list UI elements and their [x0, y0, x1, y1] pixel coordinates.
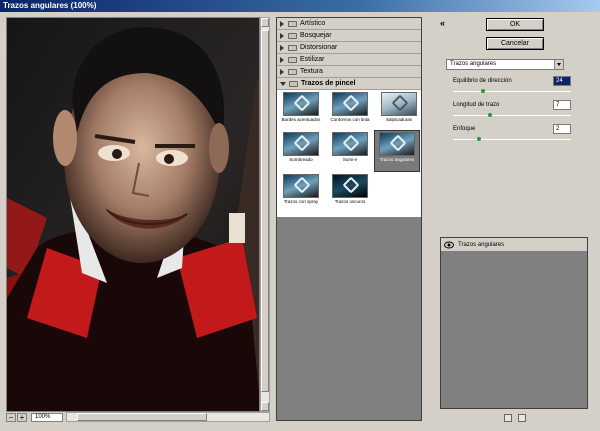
chevron-down-icon[interactable] — [554, 60, 563, 69]
effect-layers-panel: Trazos angulares — [440, 237, 588, 409]
filter-trazos-con-spray[interactable]: Trazos con spray — [279, 174, 323, 205]
new-layer-icon[interactable] — [504, 414, 512, 422]
h-scroll-thumb[interactable] — [77, 413, 207, 421]
folder-icon — [288, 44, 297, 51]
filter-label: Sombreado — [289, 157, 313, 162]
category-artistico[interactable]: Artístico — [277, 18, 421, 30]
category-distorsionar[interactable]: Distorsionar — [277, 42, 421, 54]
filter-sumi-e[interactable]: Sumi-e — [328, 132, 372, 163]
param-slider[interactable] — [453, 113, 571, 117]
filter-thumbnail — [283, 174, 319, 198]
eye-icon[interactable] — [443, 239, 455, 251]
filter-label: Contornos con tinta — [330, 117, 370, 122]
slider-thumb[interactable] — [488, 113, 493, 117]
filter-gallery: Artístico Bosquejar Distorsionar Estiliz… — [276, 17, 422, 421]
filter-label: Trazos oscuros — [334, 199, 366, 204]
filter-label: Trazos angulares — [379, 157, 415, 162]
filter-thumbnail — [381, 92, 417, 116]
scroll-thumb[interactable] — [261, 30, 269, 392]
filter-select[interactable]: Trazos angulares — [446, 59, 564, 70]
scroll-up-button[interactable] — [261, 18, 269, 27]
trash-icon[interactable] — [518, 414, 526, 422]
slider-thumb[interactable] — [481, 89, 486, 93]
category-bosquejar[interactable]: Bosquejar — [277, 30, 421, 42]
slider-thumb[interactable] — [476, 137, 481, 141]
param-slider[interactable] — [453, 89, 571, 93]
filter-bordes-acentuados[interactable]: Bordes acentuados — [279, 92, 323, 123]
param-value-field[interactable]: 2 — [553, 124, 571, 134]
cancel-button[interactable]: Cancelar — [486, 37, 544, 50]
folder-icon — [289, 80, 298, 87]
filter-trazos-angulares[interactable]: Trazos angulares — [374, 130, 420, 172]
category-textura[interactable]: Textura — [277, 66, 421, 78]
filter-label: Sumi-e — [342, 157, 358, 162]
zoom-in-button[interactable]: + — [17, 412, 27, 422]
filter-thumbnails: Bordes acentuados Contornos con tinta Sa… — [277, 90, 421, 217]
filter-settings: Trazos angulares Equilibrio de dirección… — [440, 55, 588, 145]
category-trazos-de-pincel[interactable]: Trazos de pincel — [277, 78, 421, 90]
param-label: Enfoque — [453, 126, 476, 132]
expand-icon — [280, 56, 284, 63]
layer-actions — [504, 414, 526, 422]
expand-icon — [280, 20, 284, 27]
expand-icon — [280, 44, 284, 51]
expand-icon — [280, 68, 284, 75]
preview-footer: − + 100% — [6, 412, 270, 422]
filter-thumbnail — [332, 174, 368, 198]
preview-vertical-scrollbar[interactable] — [260, 17, 270, 412]
filter-sombreado[interactable]: Sombreado — [279, 132, 323, 163]
ok-button[interactable]: OK — [486, 18, 544, 31]
collapse-icon — [280, 81, 286, 86]
category-label: Bosquejar — [300, 32, 332, 39]
folder-icon — [288, 68, 297, 75]
filter-trazos-oscuros[interactable]: Trazos oscuros — [328, 174, 372, 205]
param-label: Equilibrio de dirección — [453, 78, 512, 84]
title-bar: Trazos angulares (100%) — [0, 0, 600, 12]
category-label: Estilizar — [300, 56, 325, 63]
scroll-down-button[interactable] — [261, 402, 269, 411]
param-value-field[interactable]: 24 — [553, 76, 571, 86]
preview-horizontal-scrollbar[interactable] — [66, 412, 270, 422]
filter-salpicaduras[interactable]: Salpicaduras — [377, 92, 421, 123]
collapse-gallery-icon[interactable]: « — [440, 18, 445, 28]
folder-icon — [288, 32, 297, 39]
expand-icon — [280, 32, 284, 39]
folder-icon — [288, 56, 297, 63]
filter-thumbnail — [332, 132, 368, 156]
category-estilizar[interactable]: Estilizar — [277, 54, 421, 66]
filter-thumbnail — [332, 92, 368, 116]
category-label: Artístico — [300, 20, 326, 27]
preview-image — [6, 17, 260, 412]
filter-thumbnail — [283, 132, 319, 156]
effect-layer-label: Trazos angulares — [458, 241, 505, 248]
folder-icon — [288, 20, 297, 27]
param-label: Longitud de trazo — [453, 102, 500, 108]
effect-layer[interactable]: Trazos angulares — [441, 238, 587, 252]
category-label: Distorsionar — [300, 44, 338, 51]
category-label: Trazos de pincel — [301, 80, 356, 87]
param-value-field[interactable]: 7 — [553, 100, 571, 110]
filter-label: Salpicaduras — [385, 117, 412, 122]
filter-select-value: Trazos angulares — [450, 61, 497, 67]
param-slider[interactable] — [453, 137, 571, 141]
category-label: Textura — [300, 68, 323, 75]
zoom-out-button[interactable]: − — [6, 412, 16, 422]
filter-label: Bordes acentuados — [281, 117, 321, 122]
zoom-level-field[interactable]: 100% — [31, 412, 63, 422]
window-title: Trazos angulares (100%) — [3, 1, 97, 10]
filter-label: Trazos con spray — [283, 199, 319, 204]
filter-thumbnail — [283, 92, 319, 116]
filter-contornos-con-tinta[interactable]: Contornos con tinta — [328, 92, 372, 123]
filter-thumbnail — [379, 132, 415, 156]
